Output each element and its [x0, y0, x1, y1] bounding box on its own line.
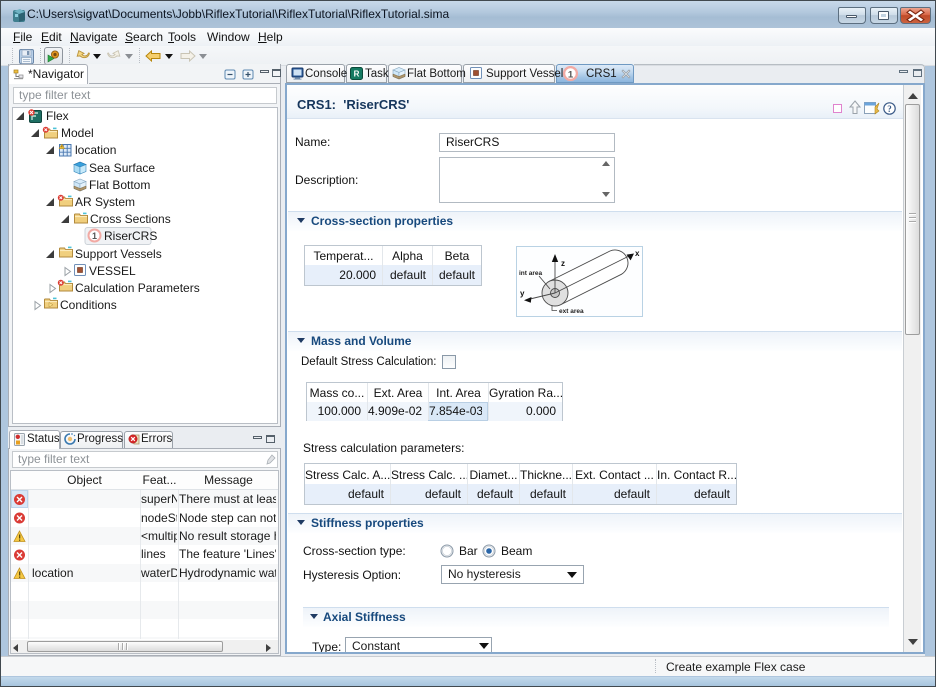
svg-text:x: x [635, 249, 640, 258]
svg-text:1: 1 [568, 69, 574, 80]
svg-text:ext area: ext area [559, 308, 584, 315]
svg-text:R: R [354, 70, 360, 79]
svg-text:z: z [561, 259, 565, 268]
svg-text:y: y [520, 289, 525, 298]
svg-text:int area: int area [519, 270, 543, 277]
svg-text:?: ? [887, 104, 892, 114]
svg-text:1: 1 [92, 231, 97, 241]
